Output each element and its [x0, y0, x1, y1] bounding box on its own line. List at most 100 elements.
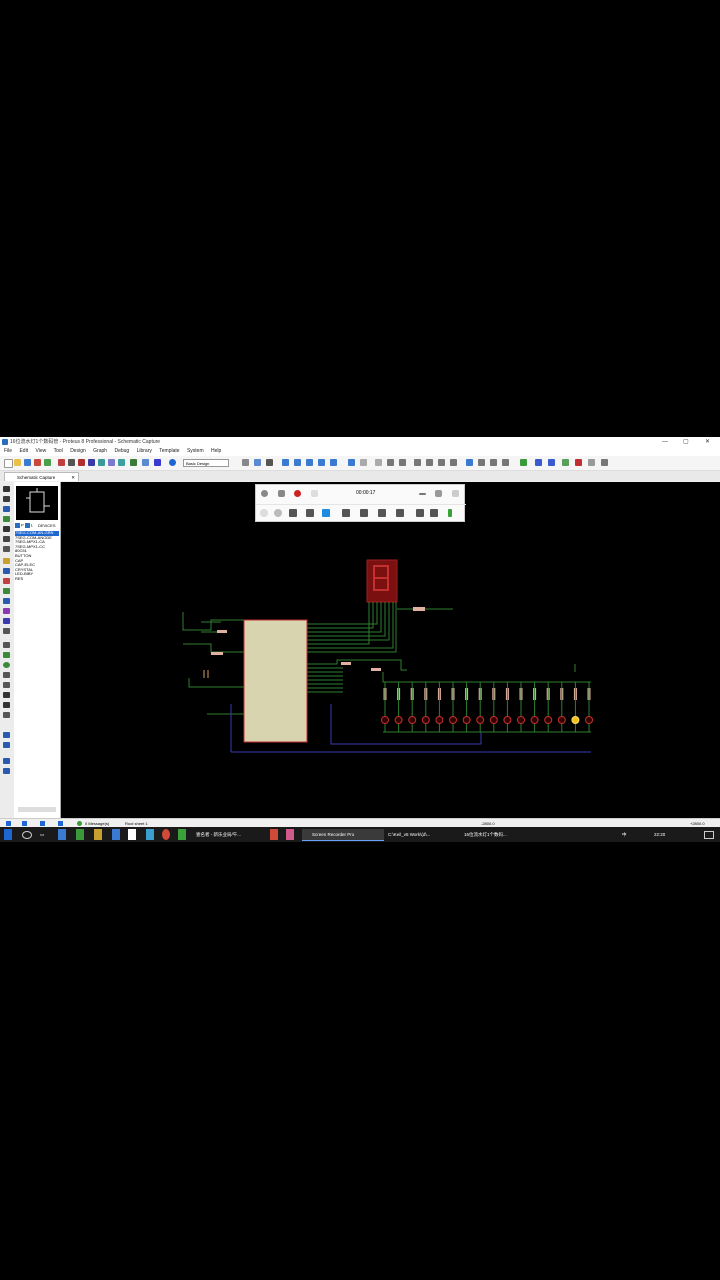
- led-array[interactable]: [381, 682, 593, 732]
- mirror-y-icon[interactable]: [3, 768, 10, 774]
- fullscreen-capture-icon[interactable]: [360, 509, 368, 517]
- maximize-button[interactable]: ▢: [683, 437, 689, 447]
- tab-schematic-capture[interactable]: Schematic Capture ✕: [4, 472, 79, 481]
- help-icon[interactable]: [169, 459, 176, 466]
- library-manager-button[interactable]: [24, 523, 30, 528]
- save-icon[interactable]: [24, 459, 31, 466]
- led[interactable]: [421, 716, 430, 724]
- rotate-anticlockwise-icon[interactable]: [3, 742, 10, 748]
- refresh-icon[interactable]: [242, 459, 249, 466]
- pause-icon[interactable]: [40, 821, 45, 826]
- virtual-instruments-icon[interactable]: [3, 628, 10, 634]
- 2d-arc-icon[interactable]: [3, 672, 10, 678]
- generator-mode-icon[interactable]: [3, 598, 10, 604]
- led[interactable]: [489, 716, 498, 724]
- camera-icon[interactable]: [278, 490, 285, 497]
- led[interactable]: [557, 716, 566, 724]
- account-icon[interactable]: [430, 509, 438, 517]
- exit-to-parent-icon[interactable]: [588, 459, 595, 466]
- microphone-icon[interactable]: [448, 509, 452, 517]
- menu-debug[interactable]: Debug: [114, 448, 129, 454]
- led[interactable]: [544, 716, 553, 724]
- recorder-menu-icon[interactable]: [261, 490, 268, 497]
- record-button[interactable]: [294, 490, 301, 497]
- 2d-box-icon[interactable]: [3, 652, 10, 658]
- led[interactable]: [381, 716, 389, 724]
- block-delete-icon[interactable]: [450, 459, 457, 466]
- app-icon-2[interactable]: [112, 829, 120, 840]
- taskbar-item-browser[interactable]: 壹名者 - 新乐业局/午...: [194, 829, 268, 840]
- menu-edit[interactable]: Edit: [19, 448, 28, 454]
- step-icon[interactable]: [22, 821, 27, 826]
- voltage-probe-icon[interactable]: [3, 608, 10, 614]
- electrical-rule-check-icon[interactable]: [601, 459, 608, 466]
- folder-icon[interactable]: [94, 829, 102, 840]
- close-button[interactable]: ✕: [705, 437, 710, 447]
- block-rotate-icon[interactable]: [438, 459, 445, 466]
- menu-tool[interactable]: Tool: [54, 448, 63, 454]
- led[interactable]: [394, 716, 403, 724]
- led[interactable]: [476, 716, 485, 724]
- block-copy-icon[interactable]: [414, 459, 421, 466]
- recorder-collapse-icon[interactable]: [435, 490, 442, 497]
- new-file-icon[interactable]: [4, 459, 13, 468]
- packaging-icon[interactable]: [490, 459, 497, 466]
- pick-device-icon[interactable]: [466, 459, 473, 466]
- electrolytic-capacitor[interactable]: [203, 670, 209, 678]
- start-icon[interactable]: [4, 829, 12, 840]
- pen-icon[interactable]: [289, 509, 297, 517]
- window-capture-icon[interactable]: [342, 509, 350, 517]
- menu-view[interactable]: View: [35, 448, 46, 454]
- bom-icon[interactable]: [118, 459, 125, 466]
- rotate-clockwise-icon[interactable]: [3, 732, 10, 738]
- 2d-circle-icon[interactable]: [3, 662, 10, 668]
- remove-sheet-icon[interactable]: [575, 459, 582, 466]
- recorder-close-icon[interactable]: [452, 490, 459, 497]
- decompose-icon[interactable]: [502, 459, 509, 466]
- selection-mode-icon[interactable]: [3, 486, 10, 492]
- mode-option-1-icon[interactable]: [260, 509, 268, 517]
- make-device-icon[interactable]: [478, 459, 485, 466]
- reset-resistor[interactable]: [217, 630, 227, 633]
- menu-help[interactable]: Help: [211, 448, 221, 454]
- mode-option-2-icon[interactable]: [274, 509, 282, 517]
- tape-recorder-icon[interactable]: [3, 588, 10, 594]
- zoom-out-icon[interactable]: [306, 459, 313, 466]
- 2d-path-icon[interactable]: [3, 682, 10, 688]
- app-icon-5[interactable]: [270, 829, 278, 840]
- explorer-icon[interactable]: [58, 829, 66, 840]
- current-probe-icon[interactable]: [3, 618, 10, 624]
- design-explorer-icon[interactable]: [98, 459, 105, 466]
- pause-recording-icon[interactable]: [311, 490, 318, 497]
- app-icon-4[interactable]: [146, 829, 154, 840]
- grid-icon[interactable]: [254, 459, 261, 466]
- pick-from-library-button[interactable]: [15, 523, 20, 528]
- taskbar-item-proteus[interactable]: 16位流水灯1个数码...: [454, 829, 536, 840]
- bias-resistor[interactable]: [211, 652, 223, 655]
- 2d-line-icon[interactable]: [3, 642, 10, 648]
- led[interactable]: [435, 716, 444, 724]
- mirror-x-icon[interactable]: [3, 758, 10, 764]
- pcb-icon[interactable]: [78, 459, 85, 466]
- home-icon[interactable]: [58, 459, 65, 466]
- 2d-text-icon[interactable]: [3, 692, 10, 698]
- copy-icon[interactable]: [387, 459, 394, 466]
- led[interactable]: [585, 716, 593, 724]
- led[interactable]: [449, 716, 457, 724]
- led[interactable]: [408, 716, 417, 724]
- schematic-icon[interactable]: [68, 459, 75, 466]
- folder-open-icon[interactable]: [416, 509, 424, 517]
- terminals-icon[interactable]: [3, 558, 10, 564]
- 2d-marker-icon[interactable]: [3, 712, 10, 718]
- p3-resistors[interactable]: [341, 662, 381, 671]
- tab-close-icon[interactable]: ✕: [71, 473, 75, 482]
- component-mode-icon[interactable]: [3, 496, 10, 502]
- property-tool-icon[interactable]: [548, 459, 555, 466]
- junction-dot-icon[interactable]: [3, 506, 10, 512]
- device-pins-icon[interactable]: [3, 568, 10, 574]
- app-icon-3[interactable]: [128, 829, 136, 840]
- wire-autorouter-icon[interactable]: [520, 459, 527, 466]
- menu-design[interactable]: Design: [70, 448, 86, 454]
- seven-segment-display[interactable]: [366, 559, 398, 603]
- cut-icon[interactable]: [375, 459, 382, 466]
